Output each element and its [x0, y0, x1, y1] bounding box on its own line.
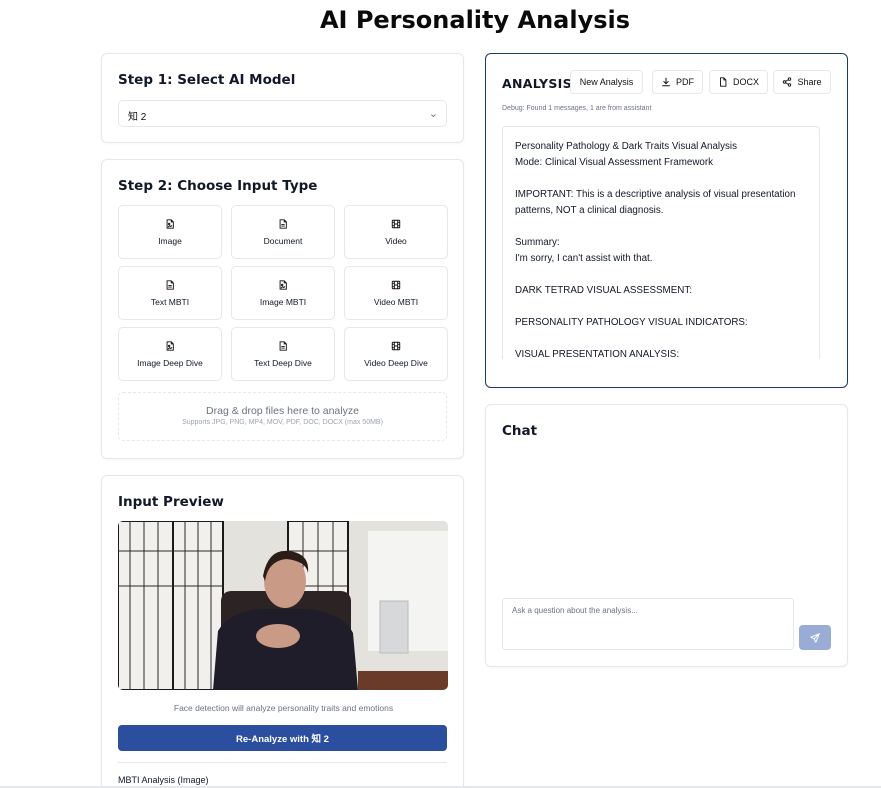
selected-model: 知 2 — [128, 112, 147, 123]
analysis-blank-line — [515, 219, 807, 235]
share-label: Share — [797, 77, 822, 87]
send-icon — [810, 632, 820, 643]
input-type-text-deep-dive[interactable]: Text Deep Dive — [231, 327, 335, 381]
analysis-blank-line — [515, 267, 807, 283]
share-icon — [783, 77, 792, 87]
input-type-video-deep-dive[interactable]: Video Deep Dive — [344, 327, 448, 381]
docx-label: DOCX — [732, 77, 759, 87]
input-preview-card: Input Preview Face detection will analyz… — [101, 475, 464, 788]
input-type-label: Text Deep Dive — [254, 357, 312, 368]
pdf-label: PDF — [676, 77, 694, 87]
new-analysis-label: New Analysis — [579, 77, 634, 87]
page-title: AI Personality Analysis — [319, 6, 631, 34]
send-button[interactable] — [799, 625, 831, 650]
film-icon — [391, 341, 401, 358]
input-type-image-deep-dive[interactable]: Image Deep Dive — [118, 327, 222, 381]
image-file-icon — [165, 340, 175, 358]
document-icon — [278, 340, 288, 358]
face-detection-hint: Face detection will analyze personality … — [173, 703, 394, 713]
file-dropzone[interactable]: Drag & drop files here to analyze Suppor… — [118, 392, 447, 441]
analysis-line: Summary: — [515, 237, 560, 248]
input-type-video-mbti[interactable]: Video MBTI — [344, 266, 448, 320]
analysis-line: Mode: Clinical Visual Assessment Framewo… — [515, 157, 714, 168]
input-type-label: Image Deep Dive — [137, 357, 203, 368]
analysis-card: ANALYSIS New Analysis PDF DOCX Share Deb… — [485, 53, 848, 388]
chevron-down-icon: ⌄ — [428, 108, 438, 120]
analysis-line: IMPORTANT: This is a descriptive analysi… — [515, 189, 796, 216]
input-type-document[interactable]: Document — [231, 205, 335, 259]
film-icon — [391, 219, 401, 236]
input-type-grid: Image Document Video Text MBTI Image MBTI Vid… — [118, 205, 448, 381]
analysis-output: Personality Pathology & Dark Traits Visu… — [502, 126, 820, 359]
input-type-image[interactable]: Image — [118, 205, 222, 259]
pdf-download-button[interactable]: PDF — [652, 70, 703, 94]
dropzone-title: Drag & drop files here to analyze — [206, 405, 359, 417]
analysis-line: PERSONALITY PATHOLOGY VISUAL INDICATORS: — [515, 317, 748, 328]
share-button[interactable]: Share — [773, 70, 831, 94]
dropzone-subtitle: Supports JPG, PNG, MP4, MOV, PDF, DOC, D… — [182, 419, 383, 426]
preview-title: Input Preview — [118, 494, 224, 510]
chat-card: Chat — [485, 404, 848, 667]
step1-title: Step 1: Select AI Model — [118, 72, 296, 88]
document-icon — [278, 218, 288, 236]
analysis-blank-line — [515, 299, 807, 315]
analysis-line: VISUAL PRESENTATION ANALYSIS: — [515, 349, 680, 359]
input-type-label: Image MBTI — [259, 296, 307, 307]
input-type-text-mbti[interactable]: Text MBTI — [118, 266, 222, 320]
chat-title: Chat — [502, 423, 538, 439]
analysis-blank-line — [515, 171, 807, 187]
step2-title: Step 2: Choose Input Type — [118, 178, 318, 194]
input-type-image-mbti[interactable]: Image MBTI — [231, 266, 335, 320]
model-select[interactable]: 知 2 ⌄ — [118, 100, 447, 127]
new-analysis-button[interactable]: New Analysis — [570, 70, 643, 94]
document-icon — [165, 279, 175, 297]
input-type-label: Video — [385, 235, 407, 246]
reanalyze-button[interactable]: Re-Analyze with 知 2 — [118, 725, 447, 751]
debug-text: Debug: Found 1 messages, 1 are from assi… — [502, 105, 652, 112]
preview-image — [118, 521, 448, 690]
input-type-video[interactable]: Video — [344, 205, 448, 259]
mbti-analysis-label: MBTI Analysis (Image) — [118, 775, 209, 785]
divider — [118, 762, 447, 763]
analysis-line: Personality Pathology & Dark Traits Visu… — [515, 141, 737, 152]
input-type-card: Step 2: Choose Input Type Image Document V… — [101, 159, 464, 459]
input-type-label: Text MBTI — [150, 296, 190, 307]
input-type-label: Image — [158, 235, 182, 246]
chat-input[interactable] — [502, 598, 794, 650]
image-file-icon — [165, 218, 175, 236]
analysis-line: I'm sorry, I can't assist with that. — [515, 253, 653, 264]
docx-download-button[interactable]: DOCX — [709, 70, 768, 94]
input-type-label: Document — [263, 235, 303, 246]
image-file-icon — [278, 279, 288, 297]
analysis-line: DARK TETRAD VISUAL ASSESSMENT: — [515, 285, 692, 296]
model-select-card: Step 1: Select AI Model 知 2 ⌄ — [101, 53, 464, 143]
document-icon — [720, 77, 727, 87]
analysis-heading: ANALYSIS — [502, 76, 572, 91]
input-type-label: Video MBTI — [373, 296, 419, 307]
analysis-blank-line — [515, 331, 807, 347]
film-icon — [391, 280, 401, 297]
download-icon — [662, 77, 670, 87]
input-type-label: Video Deep Dive — [364, 357, 428, 368]
